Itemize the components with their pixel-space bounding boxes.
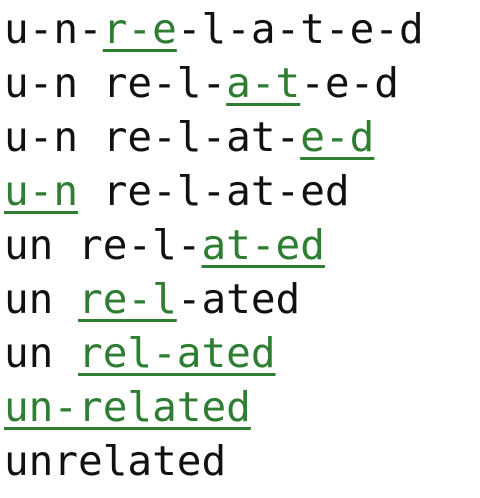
plain-segment: -ated [176, 275, 301, 323]
merged-pair-segment: un-related [4, 383, 251, 431]
merged-pair-segment: r-e [102, 5, 177, 53]
plain-segment: -l-a-t-e-d [176, 5, 424, 53]
merged-pair-segment: u-n [4, 167, 79, 215]
merge-steps-list: u-n-r-e-l-a-t-e-d u-n re-l-a-t-e-d u-n re-… [4, 2, 424, 488]
merged-pair-segment: a-t [226, 59, 301, 107]
merge-step-3: u-n re-l-at-e-d [4, 110, 424, 164]
plain-segment: un [4, 329, 79, 377]
plain-segment: u-n re-l- [4, 59, 227, 107]
merge-step-6: un re-l-ated [4, 272, 424, 326]
plain-segment: -e-d [300, 59, 399, 107]
merge-step-8: un-related [4, 380, 424, 434]
merged-pair-segment: at-ed [201, 221, 325, 269]
merge-step-5: un re-l-at-ed [4, 218, 424, 272]
merge-step-4: u-n re-l-at-ed [4, 164, 424, 218]
merged-pair-segment: rel-ated [78, 329, 276, 377]
plain-segment: un re-l- [4, 221, 202, 269]
plain-segment: un [4, 275, 79, 323]
plain-segment: unrelated [4, 437, 227, 485]
merge-step-1: u-n-r-e-l-a-t-e-d [4, 2, 424, 56]
plain-segment: u-n re-l-at- [4, 113, 301, 161]
merged-pair-segment: re-l [78, 275, 177, 323]
merged-pair-segment: e-d [300, 113, 375, 161]
plain-segment: re-l-at-ed [78, 167, 350, 215]
merge-step-7: un rel-ated [4, 326, 424, 380]
plain-segment: u-n- [4, 5, 103, 53]
merge-step-9: unrelated [4, 434, 424, 488]
merge-step-2: u-n re-l-a-t-e-d [4, 56, 424, 110]
